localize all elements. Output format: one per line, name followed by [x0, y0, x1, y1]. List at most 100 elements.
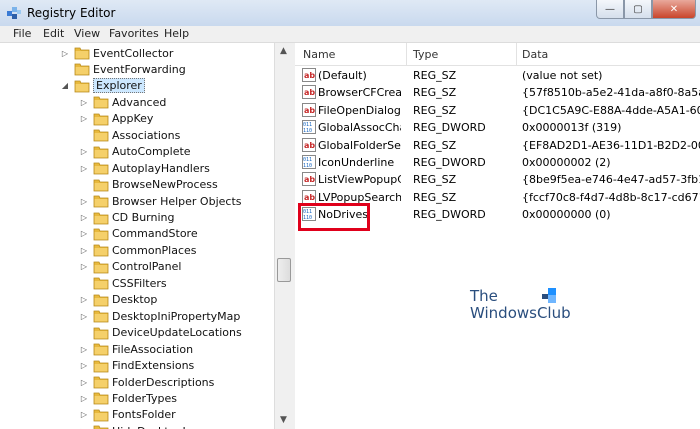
- expand-arrow-icon[interactable]: ▷: [79, 345, 89, 354]
- svg-text:110: 110: [303, 128, 312, 134]
- tree-item[interactable]: DeviceUpdateLocations: [79, 325, 242, 341]
- value-type: REG_SZ: [413, 69, 457, 82]
- value-row[interactable]: ab FileOpenDialog REG_SZ {DC1C5A9C-E88A-4dd…: [295, 102, 700, 119]
- folder-icon: [93, 294, 109, 307]
- value-row[interactable]: 011 110 IconUnderline REG_DWORD 0x00000002 (…: [295, 154, 700, 171]
- column-data-header[interactable]: Data: [522, 48, 548, 61]
- tree-item[interactable]: ▷ CD Burning: [79, 210, 175, 226]
- tree-item[interactable]: ▷ DesktopIniPropertyMap: [79, 308, 240, 324]
- column-divider[interactable]: [516, 43, 517, 65]
- tree-item[interactable]: ▷ AutoplayHandlers: [79, 160, 210, 176]
- value-type: REG_DWORD: [413, 208, 486, 222]
- value-row[interactable]: ab (Default) REG_SZ (value not set): [295, 67, 700, 84]
- value-type: REG_SZ: [413, 86, 457, 100]
- expand-arrow-icon[interactable]: ◢: [60, 81, 70, 90]
- value-row[interactable]: abListViewPopupC... REG_SZ {8be9f5ea-e746-…: [295, 171, 700, 188]
- expand-arrow-icon[interactable]: ▷: [79, 262, 89, 271]
- tree-item-label: Associations: [112, 128, 181, 142]
- menu-view[interactable]: View: [74, 27, 100, 40]
- tree-item[interactable]: EventForwarding: [60, 61, 186, 77]
- tree-scrollbar[interactable]: ▲ ▼: [274, 43, 292, 429]
- value-data: 0x00000000 (0): [522, 208, 611, 222]
- expand-arrow-icon[interactable]: ▷: [79, 229, 89, 238]
- expand-arrow-icon[interactable]: ▷: [79, 361, 89, 370]
- value-data: (value not set): [522, 69, 603, 82]
- tree-item-label: AppKey: [112, 112, 154, 126]
- tree-item[interactable]: ▷ AutoComplete: [79, 144, 191, 160]
- value-row[interactable]: abGlobalFolderSett... REG_SZ {EF8AD2D1-AE3…: [295, 137, 700, 154]
- tree-item-label: FileAssociation: [112, 342, 194, 356]
- tree-item-label: Advanced: [112, 95, 167, 109]
- folder-icon: [93, 146, 109, 159]
- expand-arrow-icon[interactable]: ▷: [79, 410, 89, 419]
- tree-item[interactable]: ▷ AppKey: [79, 111, 154, 127]
- value-data: {57f8510b-a5e2-41da-a8f0-8a5ae85: [522, 86, 700, 100]
- value-name: LVPopupSearch...: [318, 190, 401, 204]
- expand-arrow-icon[interactable]: ▷: [79, 147, 89, 156]
- tree-item[interactable]: ▷HideDesktopIcons: [79, 423, 211, 429]
- expand-arrow-icon[interactable]: ▷: [79, 197, 89, 206]
- expand-arrow-icon[interactable]: ▷: [79, 378, 89, 387]
- menu-file[interactable]: File: [13, 27, 31, 40]
- expand-arrow-icon[interactable]: ▷: [79, 114, 89, 123]
- value-name: IconUnderline: [318, 156, 395, 169]
- tree-item[interactable]: ▷ CommandStore: [79, 226, 198, 242]
- column-type-header[interactable]: Type: [413, 48, 438, 61]
- expand-arrow-icon[interactable]: ▷: [79, 295, 89, 304]
- tree-item[interactable]: BrowseNewProcess: [79, 177, 218, 193]
- tree-item-label: HideDesktopIcons: [112, 425, 211, 429]
- expand-arrow-icon[interactable]: ▷: [79, 394, 89, 403]
- title-bar: Registry Editor — ▢ ✕: [0, 0, 700, 26]
- tree-item[interactable]: ▷ CommonPlaces: [79, 242, 197, 258]
- window-controls: — ▢ ✕: [596, 0, 696, 19]
- value-data: {fccf70c8-f4d7-4d8b-8c17-cd6715e: [522, 190, 700, 204]
- expand-arrow-icon[interactable]: ▷: [79, 98, 89, 107]
- value-data: 0x0000013f (319): [522, 121, 622, 135]
- scroll-up-arrow-icon[interactable]: ▲: [275, 43, 292, 60]
- expand-arrow-icon[interactable]: ▷: [79, 164, 89, 173]
- menu-favorites[interactable]: Favorites: [109, 27, 159, 40]
- string-value-icon: ab: [302, 189, 316, 204]
- maximize-button[interactable]: ▢: [624, 0, 652, 19]
- expand-arrow-icon[interactable]: ▷: [79, 246, 89, 255]
- value-name: FileOpenDialog: [318, 103, 401, 117]
- tree-item[interactable]: ▷ Desktop: [79, 292, 157, 308]
- tree-item[interactable]: ▷ FolderDescriptions: [79, 374, 214, 390]
- tree-item[interactable]: CSSFilters: [79, 275, 167, 291]
- svg-text:ab: ab: [304, 106, 315, 115]
- tree-item-label: FolderDescriptions: [112, 375, 215, 389]
- tree-item[interactable]: ▷ FolderTypes: [79, 390, 177, 406]
- column-name-header[interactable]: Name: [303, 48, 335, 61]
- tree-item[interactable]: ▷ EventCollector: [60, 45, 174, 61]
- registry-key-tree[interactable]: ▷ EventCollector EventForwarding ◢ Explorer ▷…: [0, 43, 274, 429]
- scroll-down-arrow-icon[interactable]: ▼: [275, 412, 292, 429]
- tree-item[interactable]: ▷ FindExtensions: [79, 358, 194, 374]
- tree-item-label: FontsFolder: [112, 408, 176, 422]
- column-divider[interactable]: [406, 43, 407, 65]
- expand-arrow-icon[interactable]: ▷: [60, 49, 70, 58]
- menu-edit[interactable]: Edit: [43, 27, 64, 40]
- tree-item-label: BrowseNewProcess: [112, 178, 218, 192]
- tree-item[interactable]: ▷ FileAssociation: [79, 341, 193, 357]
- minimize-button[interactable]: —: [596, 0, 624, 19]
- tree-item[interactable]: Associations: [79, 127, 180, 143]
- tree-item[interactable]: ▷ FontsFolder: [79, 407, 176, 423]
- tree-item[interactable]: ▷ Advanced: [79, 94, 166, 110]
- tree-item[interactable]: ◢ Explorer: [60, 78, 145, 94]
- close-button[interactable]: ✕: [652, 0, 696, 19]
- scrollbar-thumb[interactable]: [277, 258, 291, 282]
- expand-arrow-icon[interactable]: ▷: [79, 213, 89, 222]
- tree-item-label: DesktopIniPropertyMap: [112, 309, 241, 323]
- tree-item[interactable]: ▷ ControlPanel: [79, 259, 182, 275]
- value-row[interactable]: 011110GlobalAssocCha... REG_DWORD 0x000001…: [295, 119, 700, 136]
- folder-icon: [93, 179, 109, 191]
- folder-icon: [93, 228, 109, 241]
- tree-item-label: Browser Helper Objects: [112, 194, 242, 208]
- value-row[interactable]: abBrowserCFCreator REG_SZ {57f8510b-a5e2-4…: [295, 84, 700, 101]
- folder-icon: [93, 96, 109, 109]
- menu-help[interactable]: Help: [164, 27, 189, 40]
- expand-arrow-icon[interactable]: ▷: [79, 312, 89, 321]
- tree-item[interactable]: ▷ Browser Helper Objects: [79, 193, 242, 209]
- tree-item-label: ControlPanel: [112, 260, 182, 274]
- windowsclub-logo-icon: [542, 288, 556, 303]
